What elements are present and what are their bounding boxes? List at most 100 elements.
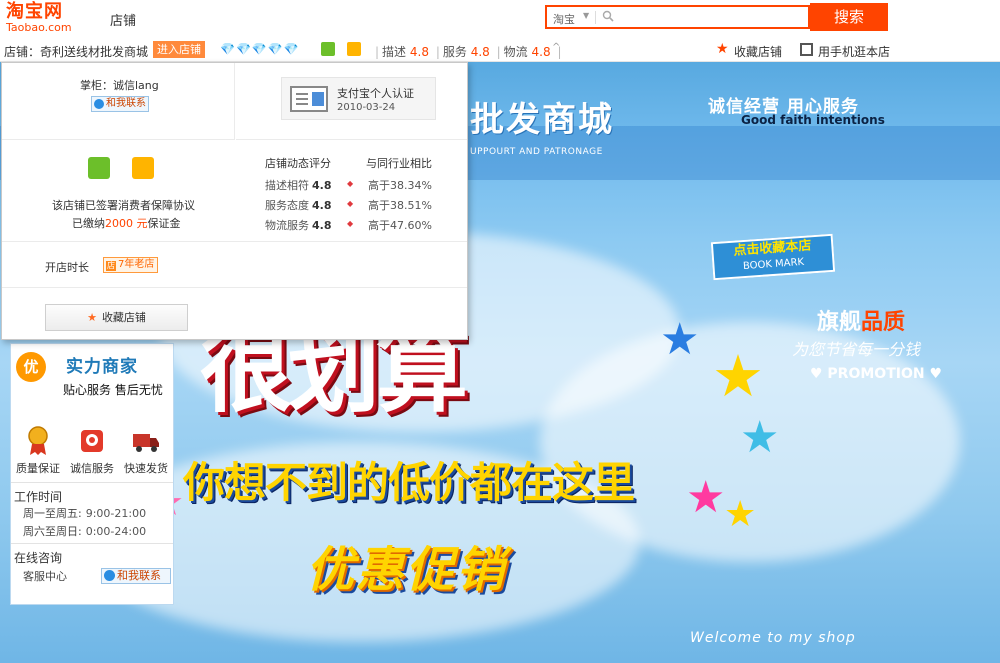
hero-promo-slogan: 优惠促销 [306,542,507,598]
service-icons: 质量保证 诚信服务 快速发货 [11,422,173,478]
wangwang-icon [94,99,104,109]
rating-value: 4.8 [312,179,332,192]
qr-code-icon[interactable] [800,43,813,56]
star-icon[interactable]: ★ [716,41,729,57]
rating-header: 店铺动态评分 [265,157,331,170]
work-days: 周一至周五: [23,507,82,520]
service-label: 质量保证 [16,462,60,475]
rating-row: 物流服务 4.8 ◆ 高于47.60% [265,217,465,233]
divider [2,287,467,288]
search-divider [595,11,596,24]
deposit-suffix: 保证金 [147,217,181,230]
star-icon: ★ [712,342,764,410]
work-time: 9:00-21:00 [85,507,147,520]
favorite-shop-button[interactable]: ★ 收藏店铺 [45,304,188,331]
service-label: 诚信服务 [70,462,114,475]
work-hours-row: 周一至周五: 9:00-21:00 [23,505,146,521]
search-scope-select[interactable]: 淘宝 [553,11,575,27]
shop-age-value: 7年老店 [118,259,155,270]
star-icon: ★ [87,311,97,324]
shop-keeper[interactable]: 掌柜：诚信lang [80,77,159,93]
work-hours-title: 工作时间 [14,490,63,504]
alipay-certification[interactable]: 支付宝个人认证 2010-03-24 [281,77,436,120]
rating-label: 服务态度 [265,199,309,212]
promotion-text: ♥ PROMOTION ♥ [810,366,943,382]
consumer-protection-icon[interactable] [321,42,335,56]
deposit-text: 已缴纳2000 元保证金 [72,215,181,231]
search-box: 淘宝 ▼ [545,5,810,29]
rating-row: 描述相符 4.8 ◆ 高于38.34% [265,177,465,193]
excellent-badge-icon: 优 [16,352,46,382]
welcome-text: Welcome to my shop [690,630,856,646]
service-center-label: 客服中心 [23,570,67,583]
shop-age-badge: 店 7年老店 [103,257,159,273]
divider [2,241,467,242]
deposit-icon[interactable] [132,157,154,179]
contact-me-label: 和我联系 [117,569,161,582]
favorite-shop-label: 收藏店铺 [101,311,146,324]
protection-agreement-text: 该店铺已签署消费者保障协议 [52,199,195,212]
rating-label: 物流服务 [265,219,309,232]
score-value: 4.8 [409,45,429,59]
banner-shop-title: 批发商城 [470,100,614,140]
score-value: 4.8 [470,45,490,59]
star-icon: ★ [740,412,780,463]
arrow-up-icon: ◆ [347,179,354,188]
fast-delivery-item: 快速发货 [121,424,171,476]
work-days: 周六至周日: [23,525,82,538]
logo-text: 淘宝网 [6,1,63,22]
compare-header: 与同行业相比 [366,157,432,170]
bookmark-button[interactable]: 点击收藏本店 BOOK MARK [710,233,836,281]
shop-icon: 店 [106,261,116,271]
arrow-up-icon: ◆ [347,199,354,208]
flagship-quality-text: 旗舰品质 [817,304,905,336]
contact-me-label: 和我联系 [106,98,146,109]
truck-icon [133,434,159,452]
rating-compare: 高于38.34% [368,179,432,192]
chevron-up-icon[interactable]: ^ [552,42,560,53]
handshake-icon [81,430,103,452]
quality-guarantee-item: 质量保证 [13,424,63,476]
favorite-shop-link[interactable]: 收藏店铺 [734,43,782,60]
rating-value: 4.8 [312,219,332,232]
honest-service-item: 诚信服务 [67,424,117,476]
rating-compare: 高于38.51% [368,199,432,212]
deposit-icon[interactable] [347,42,361,56]
search-button[interactable]: 搜索 [810,3,888,31]
shop-info-popup: 掌柜：诚信lang 和我联系 支付宝个人认证 2010-03-24 该店铺已签署… [1,62,468,340]
arrow-up-icon: ◆ [347,219,354,228]
work-time: 0:00-24:00 [85,525,147,538]
save-every-cent-text: 为您节省每一分钱 [792,340,921,359]
contact-me-button[interactable]: 和我联系 [101,568,171,584]
score-label: 物流 [503,45,528,59]
online-consult-title: 在线咨询 [14,551,63,565]
deposit-prefix: 已缴纳 [72,217,105,230]
search-input[interactable] [619,9,804,25]
top-bar: 淘宝网 Taobao.com 店铺 淘宝 ▼ 搜索 [0,0,1000,38]
contact-me-button[interactable]: 和我联系 [91,96,149,112]
medal-icon [28,426,48,455]
service-label: 快速发货 [124,462,168,475]
mobile-shop-link[interactable]: 用手机逛本店 [818,43,890,60]
wangwang-icon [104,570,115,581]
hero-mid-slogan: 你想不到的低价都在这里 [183,458,635,507]
flagship-text: 旗舰 [817,310,862,335]
chevron-down-icon[interactable]: ▼ [583,11,589,20]
rating-value: 4.8 [312,199,332,212]
score-value: 4.8 [531,45,551,59]
quality-text: 品质 [861,310,906,335]
diamond-rank-icon: 💎💎💎💎💎 [220,42,300,56]
banner-slogan-en: Good faith intentions [741,113,885,127]
shop-age-label: 开店时长 [45,261,89,274]
deposit-amount: 2000 元 [105,217,148,230]
logo-domain: Taobao.com [6,21,72,34]
keeper-panel: 掌柜：诚信lang 和我联系 [2,63,235,140]
divider [11,482,173,483]
shop-name[interactable]: 店铺：奇利送线材批发商城 [4,43,148,60]
certification-panel: 支付宝个人认证 2010-03-24 [236,63,467,140]
consumer-protection-icon[interactable] [88,157,110,179]
taobao-logo[interactable]: 淘宝网 Taobao.com [6,2,88,34]
score-label: 描述 [382,45,407,59]
certification-date: 2010-03-24 [337,102,396,113]
enter-shop-button[interactable]: 进入店铺 [153,41,205,58]
